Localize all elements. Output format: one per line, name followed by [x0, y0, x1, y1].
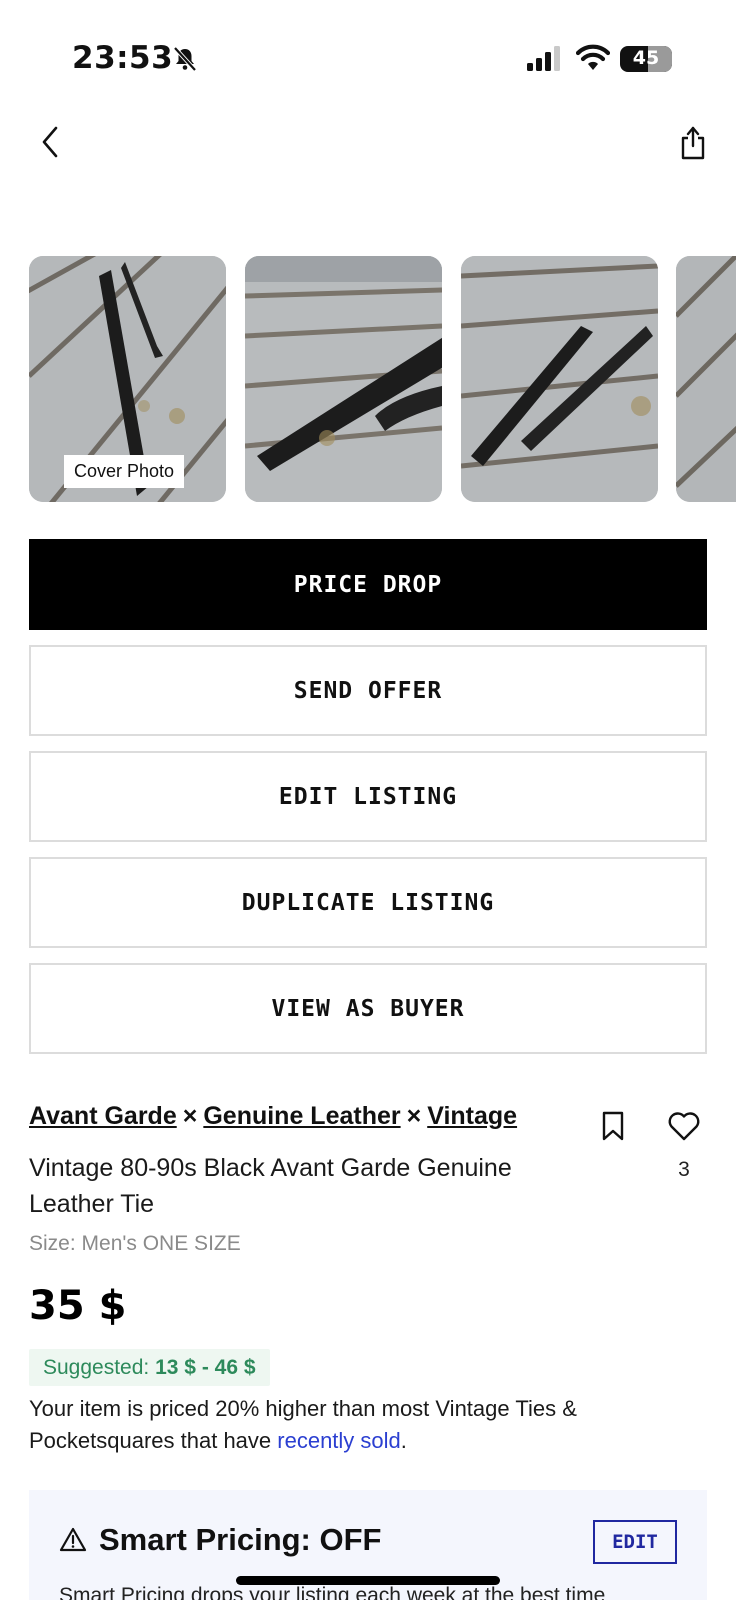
price-drop-button[interactable]: PRICE DROP	[29, 539, 707, 630]
view-as-buyer-button[interactable]: VIEW AS BUYER	[29, 963, 707, 1054]
designer-separator: ×	[406, 1102, 422, 1130]
battery-indicator: 45	[620, 46, 672, 72]
heart-icon[interactable]	[667, 1110, 701, 1142]
back-button[interactable]	[36, 122, 66, 162]
wifi-icon	[576, 44, 610, 70]
photo-carousel[interactable]: Cover Photo	[0, 256, 736, 504]
suggested-range: 13 $ - 46 $	[155, 1356, 256, 1379]
listing-price: 35 $	[29, 1283, 127, 1329]
smart-pricing-edit-button[interactable]: EDIT	[593, 1520, 677, 1564]
recently-sold-link[interactable]: recently sold	[277, 1428, 401, 1453]
send-offer-button[interactable]: SEND OFFER	[29, 645, 707, 736]
tie-photo-image	[676, 256, 736, 502]
duplicate-listing-button[interactable]: DUPLICATE LISTING	[29, 857, 707, 948]
designer-link[interactable]: Avant Garde	[29, 1102, 177, 1130]
pricing-note-end: .	[400, 1428, 407, 1453]
status-bar: 23:53 45	[0, 0, 736, 120]
status-time: 23:53	[72, 40, 174, 76]
pricing-note: Your item is priced 20% higher than most…	[29, 1393, 689, 1457]
designer-link[interactable]: Genuine Leather	[203, 1102, 400, 1130]
photo-4[interactable]	[676, 256, 736, 502]
warning-icon	[59, 1527, 87, 1552]
home-indicator[interactable]	[236, 1576, 500, 1585]
cellular-signal-icon	[527, 46, 560, 71]
cover-photo-label: Cover Photo	[64, 455, 185, 488]
designer-separator: ×	[182, 1102, 198, 1130]
bell-muted-icon	[173, 46, 197, 72]
photo-2[interactable]	[245, 256, 442, 502]
listing-title: Vintage 80-90s Black Avant Garde Genuine…	[29, 1154, 512, 1218]
like-count: 3	[678, 1158, 690, 1181]
share-button[interactable]	[678, 122, 708, 162]
bookmark-icon[interactable]	[600, 1110, 626, 1142]
designer-link[interactable]: Vintage	[427, 1102, 517, 1130]
photo-3[interactable]	[461, 256, 658, 502]
battery-level: 45	[632, 47, 660, 69]
suggested-label: Suggested:	[43, 1356, 150, 1379]
tie-photo-image	[461, 256, 658, 502]
smart-pricing-description: Smart Pricing drops your listing each we…	[59, 1584, 606, 1600]
smart-pricing-title: Smart Pricing: OFF	[99, 1522, 382, 1557]
listing-size: Size: Men's ONE SIZE	[29, 1232, 241, 1255]
cover-photo[interactable]: Cover Photo	[29, 256, 226, 502]
tie-photo-image	[245, 256, 442, 502]
suggested-price-badge: Suggested: 13 $ - 46 $	[29, 1349, 270, 1386]
edit-listing-button[interactable]: EDIT LISTING	[29, 751, 707, 842]
designer-links: Avant Garde × Genuine Leather × Vintage	[29, 1102, 517, 1131]
